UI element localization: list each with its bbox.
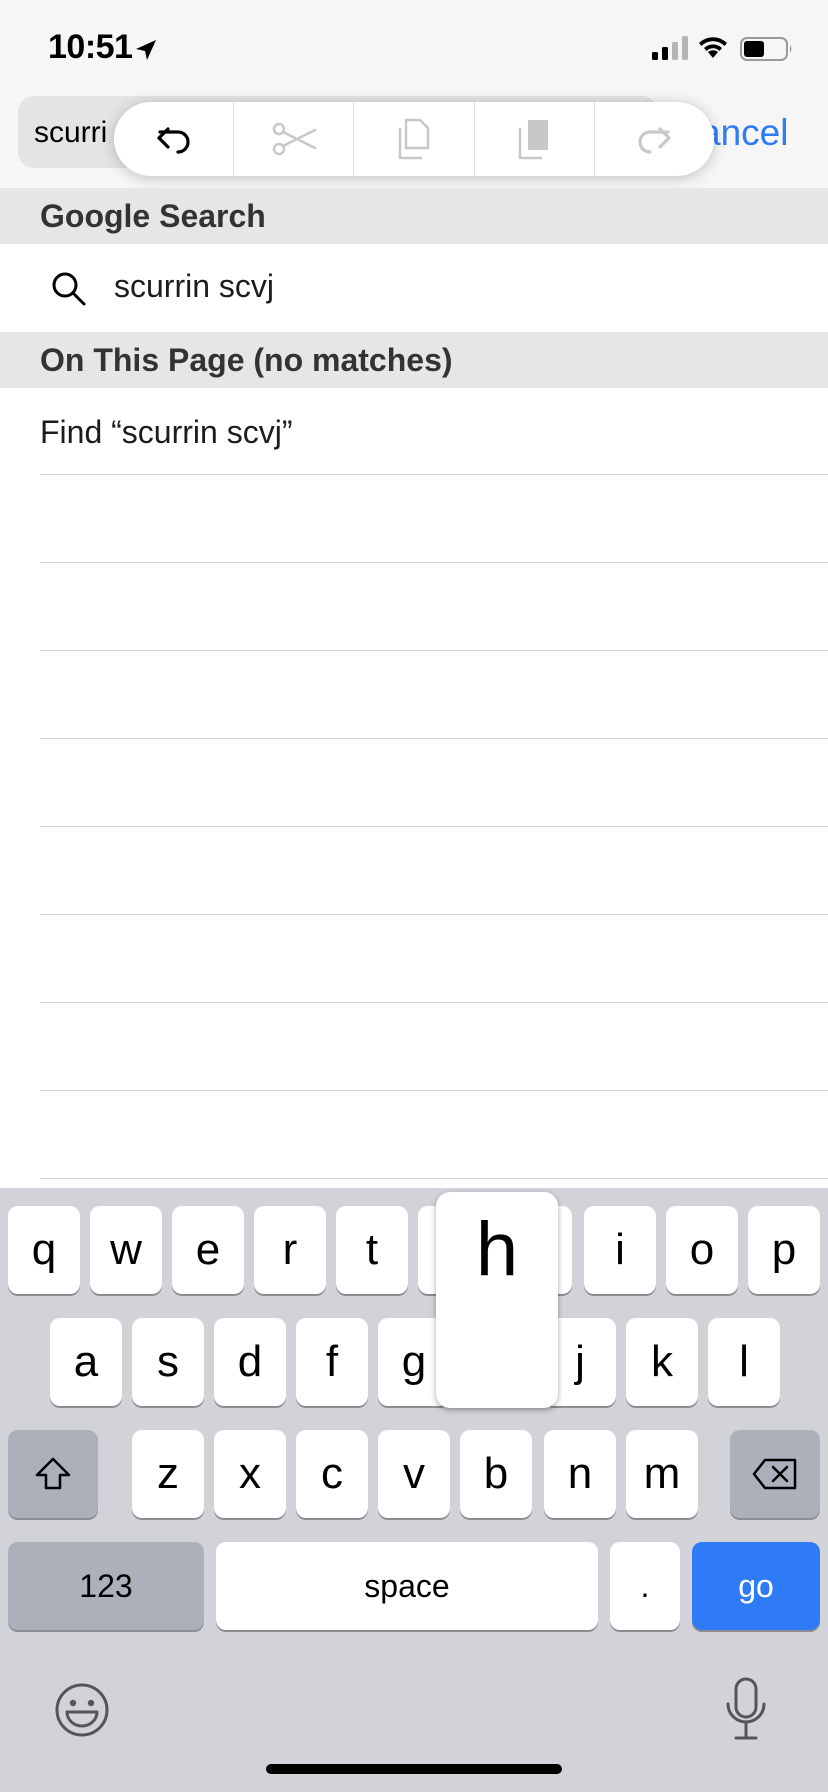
- battery-icon: [740, 37, 792, 61]
- key-v[interactable]: v: [378, 1430, 450, 1518]
- google-suggestion-text: scurrin scvj: [114, 268, 275, 304]
- status-time: 10:51: [48, 28, 133, 66]
- key-m[interactable]: m: [626, 1430, 698, 1518]
- cut-icon: [272, 122, 317, 156]
- delete-key[interactable]: [730, 1430, 820, 1518]
- key-k[interactable]: k: [626, 1318, 698, 1406]
- key-l[interactable]: l: [708, 1318, 780, 1406]
- key-e[interactable]: e: [172, 1206, 244, 1294]
- backspace-icon: [752, 1458, 797, 1490]
- key-a[interactable]: a: [50, 1318, 122, 1406]
- row-divider: [40, 562, 828, 563]
- search-icon: [52, 272, 86, 306]
- row-divider: [40, 1178, 828, 1179]
- signal-icon: [652, 36, 688, 60]
- undo-icon: [156, 127, 190, 154]
- on-page-title: On This Page (no matches): [40, 342, 453, 378]
- key-n[interactable]: n: [544, 1430, 616, 1518]
- cut-button[interactable]: [234, 102, 355, 176]
- wifi-icon: [699, 37, 727, 58]
- location-arrow-icon: [136, 40, 156, 60]
- row-divider: [40, 650, 828, 651]
- space-key[interactable]: space: [216, 1542, 598, 1630]
- key-p[interactable]: p: [748, 1206, 820, 1294]
- copy-icon: [398, 118, 430, 160]
- row-divider: [40, 914, 828, 915]
- shift-icon: [35, 1457, 71, 1490]
- edit-menu: [114, 102, 714, 176]
- copy-button[interactable]: [354, 102, 475, 176]
- google-search-title: Google Search: [40, 198, 266, 234]
- numbers-key[interactable]: 123: [8, 1542, 204, 1630]
- undo-button[interactable]: [114, 102, 235, 176]
- key-c[interactable]: c: [296, 1430, 368, 1518]
- row-divider: [40, 1090, 828, 1091]
- key-w[interactable]: w: [90, 1206, 162, 1294]
- period-key[interactable]: .: [610, 1542, 680, 1630]
- home-indicator: [266, 1764, 562, 1774]
- key-preview-letter: h: [475, 1207, 519, 1292]
- key-x[interactable]: x: [214, 1430, 286, 1518]
- key-r[interactable]: r: [254, 1206, 326, 1294]
- key-s[interactable]: s: [132, 1318, 204, 1406]
- redo-button[interactable]: [595, 102, 714, 176]
- paste-button[interactable]: [475, 102, 595, 176]
- key-b[interactable]: b: [460, 1430, 532, 1518]
- key-d[interactable]: d: [214, 1318, 286, 1406]
- key-o[interactable]: o: [666, 1206, 738, 1294]
- row-divider: [40, 738, 828, 739]
- find-on-page-label: Find “scurrin scvj”: [40, 414, 293, 450]
- key-i[interactable]: i: [584, 1206, 656, 1294]
- emoji-icon[interactable]: [52, 1680, 112, 1740]
- row-divider: [40, 826, 828, 827]
- go-key[interactable]: go: [692, 1542, 820, 1630]
- search-input-text: scurri: [34, 116, 108, 149]
- row-divider: [40, 474, 828, 475]
- paste-icon: [518, 120, 549, 160]
- shift-key[interactable]: [8, 1430, 98, 1518]
- key-q[interactable]: q: [8, 1206, 80, 1294]
- microphone-icon[interactable]: [722, 1676, 770, 1742]
- key-z[interactable]: z: [132, 1430, 204, 1518]
- key-t[interactable]: t: [336, 1206, 408, 1294]
- key-f[interactable]: f: [296, 1318, 368, 1406]
- redo-icon: [638, 127, 672, 154]
- row-divider: [40, 1002, 828, 1003]
